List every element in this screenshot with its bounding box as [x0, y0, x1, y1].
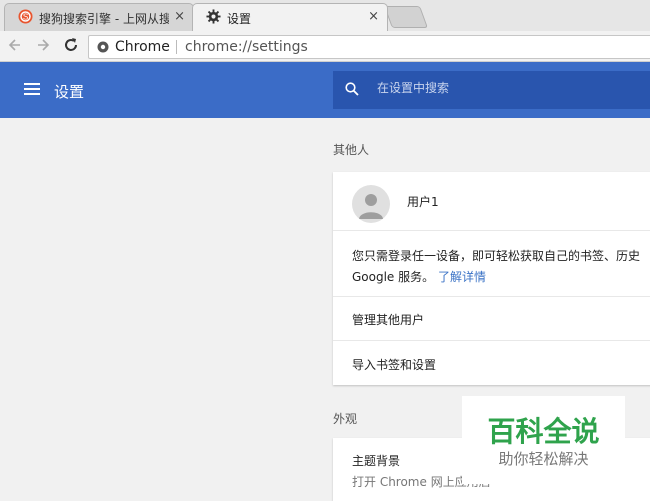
search-input[interactable] — [377, 81, 647, 95]
omnibox-label: Chrome — [115, 39, 170, 55]
theme-title: 主题背景 — [352, 454, 401, 468]
search-icon — [345, 82, 359, 96]
signin-text-line2: Google 服务。 了解详情 — [352, 268, 486, 285]
url-text[interactable]: chrome://settings — [185, 36, 308, 58]
import-bookmarks-row[interactable]: 导入书签和设置 — [333, 340, 650, 385]
settings-header: 设置 — [0, 62, 650, 118]
hamburger-menu-icon[interactable] — [24, 82, 40, 96]
svg-text:S: S — [23, 13, 28, 22]
section-label-people: 其他人 — [333, 143, 370, 157]
address-bar[interactable]: Chrome chrome://settings — [88, 35, 650, 59]
new-tab-button[interactable] — [383, 6, 429, 28]
chrome-icon — [97, 41, 109, 53]
page-title: 设置 — [54, 83, 85, 101]
manage-other-users-row[interactable]: 管理其他用户 — [333, 296, 650, 340]
settings-search[interactable] — [333, 71, 650, 109]
back-arrow-icon[interactable] — [8, 36, 22, 54]
watermark-subtitle: 助你轻松解决 — [498, 450, 589, 468]
avatar — [352, 185, 390, 223]
tab-title: 搜狗搜索引擎 - 上网从搜 — [39, 12, 169, 26]
import-bookmarks-label: 导入书签和设置 — [352, 358, 437, 372]
tab-title: 设置 — [227, 12, 252, 26]
people-card: 用户1 您只需登录任一设备，即可轻松获取自己的书签、历史 Google 服务。 … — [333, 172, 650, 385]
reload-icon[interactable] — [63, 36, 79, 54]
section-label-appearance: 外观 — [333, 412, 358, 426]
browser-toolbar: Chrome chrome://settings — [0, 31, 650, 62]
close-tab-icon[interactable]: × — [174, 9, 185, 24]
gear-icon — [206, 9, 221, 24]
forward-arrow-icon[interactable] — [36, 36, 50, 54]
tab-strip: S 搜狗搜索引擎 - 上网从搜 × 设置 × — [0, 0, 650, 31]
user-name: 用户1 — [407, 195, 439, 209]
learn-more-link[interactable]: 了解详情 — [438, 270, 486, 284]
tab-sogou[interactable]: S 搜狗搜索引擎 - 上网从搜 × — [4, 3, 194, 31]
signin-text-tail: Google 服务。 — [352, 270, 435, 284]
watermark: 百科全说 助你轻松解决 — [462, 396, 625, 484]
user-icon — [359, 194, 383, 219]
user-row[interactable]: 用户1 — [333, 172, 650, 230]
tab-settings[interactable]: 设置 × — [192, 3, 388, 31]
close-tab-icon[interactable]: × — [368, 9, 379, 24]
watermark-title: 百科全说 — [487, 415, 600, 448]
signin-promo: 您只需登录任一设备，即可轻松获取自己的书签、历史 Google 服务。 了解详情 — [333, 230, 650, 296]
omnibox-separator — [176, 40, 177, 54]
signin-text: 您只需登录任一设备，即可轻松获取自己的书签、历史 — [352, 249, 641, 263]
sogou-icon: S — [18, 9, 33, 24]
manage-other-users-label: 管理其他用户 — [352, 313, 425, 327]
